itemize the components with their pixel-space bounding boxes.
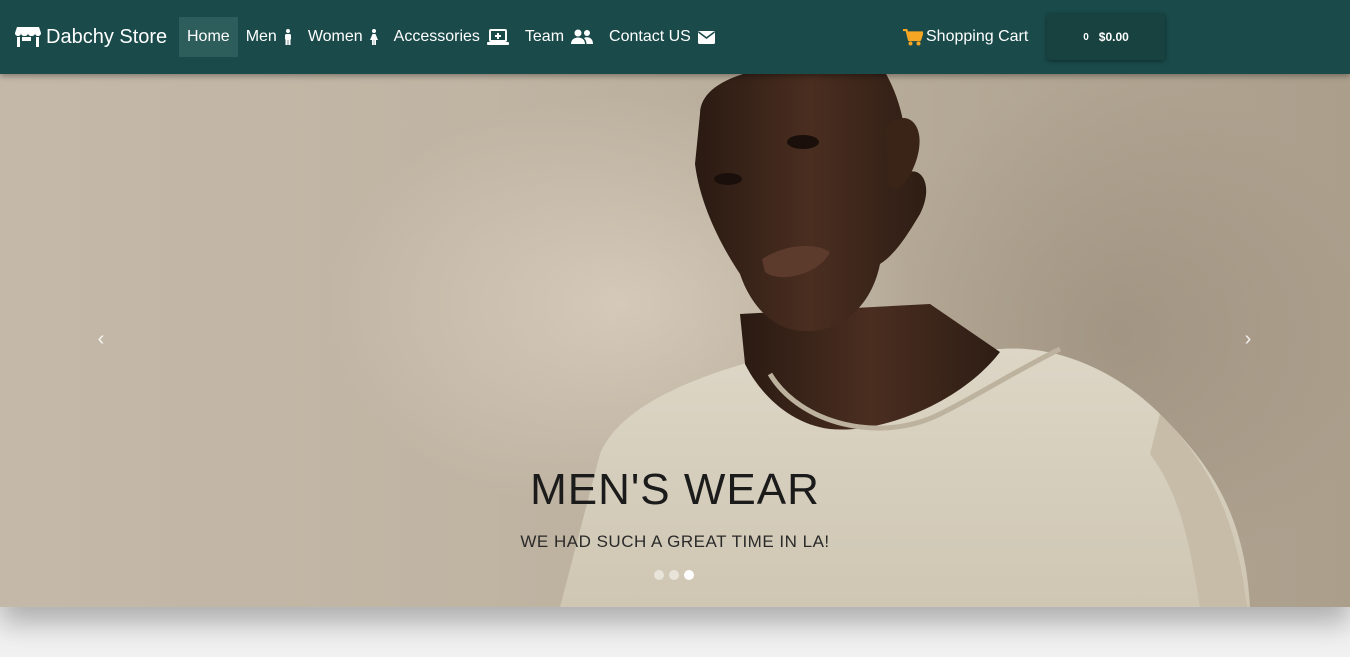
carousel-next-button[interactable]: › <box>1233 324 1263 354</box>
shopping-cart-link[interactable]: Shopping Cart <box>903 17 1028 57</box>
carousel-indicator[interactable] <box>669 570 679 580</box>
nav-item-label: Accessories <box>393 28 480 45</box>
brand-name: Dabchy Store <box>46 25 168 48</box>
male-icon <box>284 29 292 45</box>
nav-item-label: Home <box>187 28 230 45</box>
carousel-caption: MEN'S WEAR WE HAD SUCH A GREAT TIME IN L… <box>0 466 1350 552</box>
store-icon <box>15 26 41 48</box>
hero-subtitle: WE HAD SUCH A GREAT TIME IN LA! <box>520 532 830 551</box>
laptop-icon <box>486 29 509 45</box>
chevron-right-icon: › <box>1244 327 1252 350</box>
cart-summary-button[interactable]: 0 $0.00 <box>1047 14 1165 60</box>
hero-carousel: ‹ › MEN'S WEAR WE HAD SUCH A GREAT TIME … <box>0 74 1350 607</box>
nav-item-women[interactable]: Women <box>300 17 386 57</box>
shopping-cart-icon <box>903 28 923 46</box>
nav-item-label: Contact US <box>609 28 691 45</box>
female-icon <box>369 29 378 45</box>
nav-item-label: Men <box>245 28 277 45</box>
chevron-left-icon: ‹ <box>97 327 105 350</box>
carousel-prev-button[interactable]: ‹ <box>86 324 116 354</box>
brand-link[interactable]: Dabchy Store <box>15 0 167 74</box>
nav-item-men[interactable]: Men <box>238 17 300 57</box>
carousel-indicator[interactable] <box>684 570 694 580</box>
nav-item-contact[interactable]: Contact US <box>601 17 723 57</box>
users-icon <box>571 29 594 45</box>
top-navbar: Dabchy Store Home Men Women Accessories … <box>0 0 1350 74</box>
nav-item-label: Team <box>524 28 565 45</box>
cart-total: $0.00 <box>1098 30 1129 44</box>
nav-item-label: Women <box>307 28 363 45</box>
shopping-cart-label: Shopping Cart <box>926 28 1029 45</box>
carousel-indicator[interactable] <box>654 570 664 580</box>
carousel-indicators <box>654 570 694 580</box>
cart-count-badge: 0 <box>1083 31 1089 43</box>
hero-title: MEN'S WEAR <box>530 465 820 514</box>
main-nav: Home Men Women Accessories Team Contact … <box>179 17 723 57</box>
nav-item-home[interactable]: Home <box>179 17 238 57</box>
nav-item-accessories[interactable]: Accessories <box>386 17 517 57</box>
nav-item-team[interactable]: Team <box>517 17 601 57</box>
envelope-icon <box>697 30 715 44</box>
